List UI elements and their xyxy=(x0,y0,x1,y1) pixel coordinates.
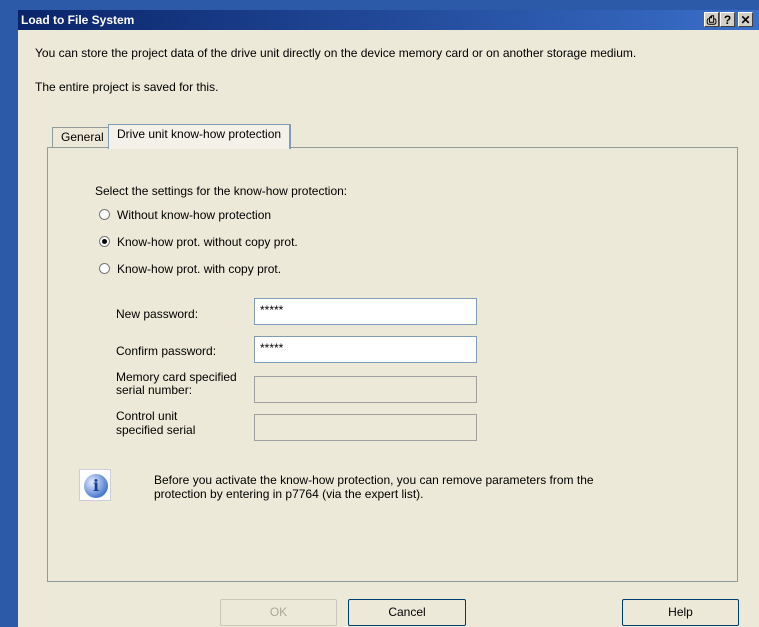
memory-card-serial-field xyxy=(254,376,477,403)
radio-without-copy-prot[interactable] xyxy=(99,236,110,247)
memory-card-serial-label-1: Memory card specified xyxy=(116,370,237,384)
info-line-1: Before you activate the know-how protect… xyxy=(154,473,594,487)
confirm-password-field[interactable]: ***** xyxy=(254,336,477,363)
load-to-file-system-dialog: Load to File System ⎙ ? ✕ You can store … xyxy=(18,10,759,627)
control-unit-serial-field xyxy=(254,414,477,441)
ok-button: OK xyxy=(220,599,337,626)
intro-line-1: You can store the project data of the dr… xyxy=(35,46,637,60)
print-icon[interactable]: ⎙ xyxy=(704,12,719,27)
protection-heading: Select the settings for the know-how pro… xyxy=(95,184,348,198)
intro-line-2: The entire project is saved for this. xyxy=(35,80,219,94)
info-line-2: protection by entering in p7764 (via the… xyxy=(154,487,424,501)
radio-label-with-copy-prot: Know-how prot. with copy prot. xyxy=(117,262,282,276)
radio-label-without-protection: Without know-how protection xyxy=(117,208,272,222)
window-title: Load to File System xyxy=(21,13,135,27)
info-icon: i xyxy=(79,469,111,501)
title-bar: Load to File System ⎙ ? ✕ xyxy=(18,10,759,30)
memory-card-serial-label-2: serial number: xyxy=(116,383,193,397)
info-note: Before you activate the know-how protect… xyxy=(154,473,674,501)
cancel-button[interactable]: Cancel xyxy=(348,599,466,626)
control-unit-serial-label-2: specified serial xyxy=(116,423,196,437)
tab-know-how-protection[interactable]: Drive unit know-how protection xyxy=(108,124,292,149)
help-icon[interactable]: ? xyxy=(720,12,735,27)
new-password-label: New password: xyxy=(116,307,199,321)
radio-without-protection[interactable] xyxy=(99,209,110,220)
radio-with-copy-prot[interactable] xyxy=(99,263,110,274)
new-password-field[interactable]: ***** xyxy=(254,298,477,325)
help-button[interactable]: Help xyxy=(622,599,739,626)
tab-general[interactable]: General xyxy=(52,127,113,147)
control-unit-serial-label-1: Control unit xyxy=(116,409,178,423)
confirm-password-label: Confirm password: xyxy=(116,344,217,358)
radio-label-without-copy-prot: Know-how prot. without copy prot. xyxy=(117,235,298,249)
close-icon[interactable]: ✕ xyxy=(738,12,753,27)
